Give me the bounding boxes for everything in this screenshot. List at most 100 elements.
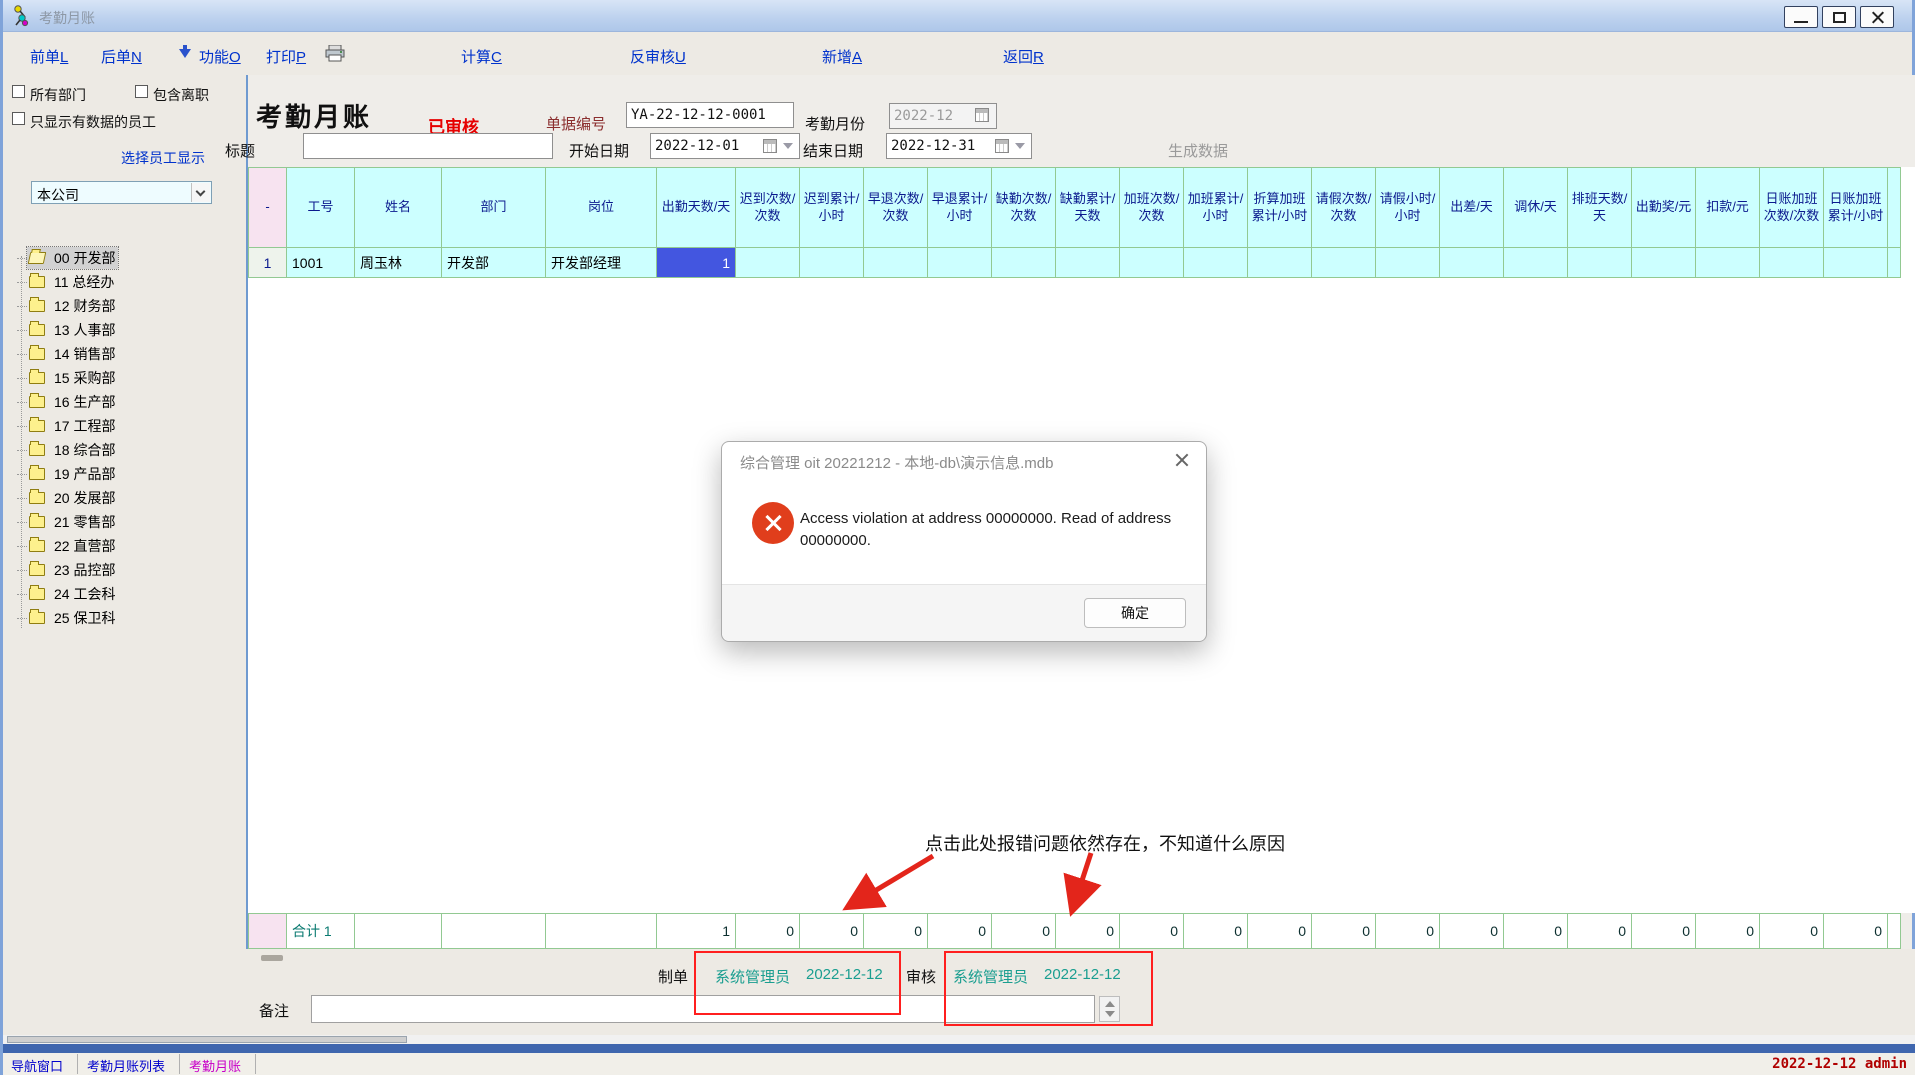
select-employee-display-link[interactable]: 选择员工显示 [121,148,205,168]
toolbar-next-button[interactable]: 后单N [101,46,142,67]
column-header[interactable]: 出差/天 [1440,168,1504,248]
column-header[interactable]: 排班天数/天 [1568,168,1632,248]
tree-item-department[interactable]: 12 财务部 [3,294,246,318]
row-number-cell[interactable]: 1 [249,248,287,278]
empty-cell[interactable] [928,248,992,278]
dialog-close-icon[interactable] [1174,452,1190,468]
statusbar-tab-monthly-list[interactable]: 考勤月账列表 [87,1056,165,1075]
position-cell[interactable]: 开发部经理 [546,248,657,278]
tree-item-department[interactable]: 18 综合部 [3,438,246,462]
corner-header-cell[interactable]: - [249,168,287,248]
chevron-down-icon[interactable] [1015,143,1025,149]
statusbar-tab-navigation[interactable]: 导航窗口 [11,1056,63,1075]
include-resigned-checkbox[interactable] [135,85,148,98]
empty-cell[interactable] [736,248,800,278]
only-data-employees-checkbox[interactable] [12,112,25,125]
column-header[interactable]: 缺勤累计/天数 [1056,168,1120,248]
empty-cell[interactable] [1248,248,1312,278]
column-header[interactable]: 缺勤次数/次数 [992,168,1056,248]
column-header[interactable]: 折算加班累计/小时 [1248,168,1312,248]
horizontal-scrollbar[interactable] [3,1035,1915,1044]
chevron-down-icon[interactable] [783,143,793,149]
calendar-icon[interactable] [995,139,1009,153]
toolbar-return-button[interactable]: 返回R [1003,46,1044,67]
column-header[interactable]: 迟到累计/小时 [800,168,864,248]
printer-icon[interactable] [325,45,345,62]
empty-cell[interactable] [1568,248,1632,278]
column-header[interactable]: 出勤奖/元 [1632,168,1696,248]
empty-cell[interactable] [1504,248,1568,278]
statusbar-tab-monthly-active[interactable]: 考勤月账 [189,1056,241,1075]
empty-cell[interactable] [1312,248,1376,278]
column-header[interactable]: 日账加班次数/次数 [1760,168,1824,248]
scrollbar-thumb[interactable] [7,1036,407,1043]
ok-button[interactable]: 确定 [1084,598,1186,628]
dept-cell[interactable]: 开发部 [442,248,546,278]
combo-dropdown-button[interactable] [191,183,210,202]
tree-item-department[interactable]: 13 人事部 [3,318,246,342]
tree-item-department[interactable]: 21 零售部 [3,510,246,534]
toolbar-new-button[interactable]: 新增A [822,46,862,67]
toolbar-unaudit-button[interactable]: 反审核U [630,46,686,67]
toolbar-print-button[interactable]: 打印P [266,46,306,67]
calendar-icon[interactable] [975,108,989,122]
empty-cell[interactable] [1760,248,1824,278]
empty-cell[interactable] [1376,248,1440,278]
tree-item-department[interactable]: 24 工会科 [3,582,246,606]
empty-cell[interactable] [800,248,864,278]
column-header-attendance[interactable]: 出勤天数/天 [657,168,736,248]
subject-input[interactable] [303,133,553,159]
empty-cell[interactable] [1696,248,1760,278]
tree-item-department[interactable]: 11 总经办 [3,270,246,294]
column-header-position[interactable]: 岗位 [546,168,657,248]
toolbar-calculate-button[interactable]: 计算C [461,46,502,67]
column-header[interactable]: 扣款/元 [1696,168,1760,248]
empty-cell[interactable] [1184,248,1248,278]
minimize-button[interactable] [1784,6,1818,28]
column-header[interactable]: 请假次数/次数 [1312,168,1376,248]
empno-cell[interactable]: 1001 [287,248,355,278]
tree-item-department[interactable]: 22 直营部 [3,534,246,558]
empty-cell[interactable] [864,248,928,278]
column-header[interactable]: 调休/天 [1504,168,1568,248]
tree-item-department[interactable]: 23 品控部 [3,558,246,582]
column-header[interactable]: 请假小时/小时 [1376,168,1440,248]
column-header-name[interactable]: 姓名 [355,168,442,248]
close-button[interactable] [1860,6,1894,28]
empty-cell[interactable] [1120,248,1184,278]
column-header-empno[interactable]: 工号 [287,168,355,248]
column-header[interactable]: 日账加班累计/小时 [1824,168,1888,248]
name-cell[interactable]: 周玉林 [355,248,442,278]
column-header[interactable]: 加班次数/次数 [1120,168,1184,248]
end-date-input[interactable] [886,133,1032,159]
column-header[interactable]: 加班累计/小时 [1184,168,1248,248]
splitter-handle[interactable] [261,955,283,961]
empty-cell[interactable] [992,248,1056,278]
company-scope-select[interactable]: 本公司 [31,181,212,204]
tree-item-department[interactable]: 20 发展部 [3,486,246,510]
doc-no-input[interactable] [626,102,794,128]
generate-data-label[interactable]: 生成数据 [1168,140,1228,161]
start-date-input[interactable] [650,133,800,159]
column-header[interactable]: 早退次数/次数 [864,168,928,248]
empty-cell[interactable] [1632,248,1696,278]
empty-cell[interactable] [1440,248,1504,278]
tree-item-department[interactable]: 19 产品部 [3,462,246,486]
toolbar-functions-button[interactable]: 功能O [199,46,241,67]
calendar-icon[interactable] [763,139,777,153]
column-header[interactable]: 迟到次数/次数 [736,168,800,248]
empty-cell[interactable] [1056,248,1120,278]
column-header[interactable]: 早退累计/小时 [928,168,992,248]
all-departments-checkbox[interactable] [12,85,25,98]
tree-item-selected-department[interactable]: 00 开发部 [3,246,246,270]
toolbar-prev-button[interactable]: 前单L [30,46,68,67]
attendance-cell-selected[interactable]: 1 [657,248,736,278]
maximize-button[interactable] [1822,6,1856,28]
table-row[interactable]: 1 1001 周玉林 开发部 开发部经理 1 [248,248,1901,278]
tree-item-department[interactable]: 14 销售部 [3,342,246,366]
tree-item-department[interactable]: 25 保卫科 [3,606,246,630]
column-header-dept[interactable]: 部门 [442,168,546,248]
tree-item-department[interactable]: 17 工程部 [3,414,246,438]
empty-cell[interactable] [1824,248,1888,278]
tree-item-department[interactable]: 15 采购部 [3,366,246,390]
